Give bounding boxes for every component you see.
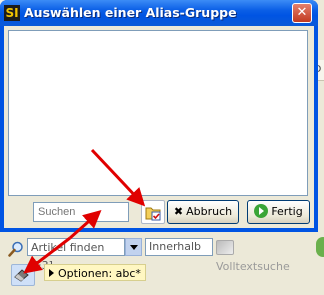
select-all-button[interactable] [141,200,165,224]
dialog-title: Auswählen einer Alias-Gruppe [24,5,237,20]
dialog-titlebar[interactable]: SI Auswählen einer Alias-Gruppe ✕ [0,0,318,26]
eraser-button[interactable] [11,264,35,286]
alias-group-dialog: SI Auswählen einer Alias-Gruppe ✕ ✖Abbru… [0,0,318,232]
fulltext-icon [216,239,234,255]
folder-checkbox-icon [145,207,161,221]
cancel-button-label: Abbruch [186,205,233,218]
cancel-x-icon: ✖ [173,205,184,218]
done-button-label: Fertig [271,205,303,218]
fulltext-search-label: Volltextsuche [216,260,290,273]
eraser-icon [14,269,29,282]
options-label: Optionen: abc* [58,267,141,280]
search-icon[interactable] [8,241,24,257]
search-input[interactable] [33,202,129,222]
expand-icon [49,269,54,277]
within-field[interactable]: Innerhalb [145,238,213,256]
done-button[interactable]: Fertig [247,200,310,224]
fulltext-search-button[interactable]: Volltextsuche [216,237,306,273]
cancel-button[interactable]: ✖ Abbruch [167,200,239,224]
options-button[interactable]: Optionen: abc* [44,264,146,281]
article-search-input[interactable]: Artikel finden [F3] [27,238,125,272]
go-icon[interactable] [316,237,324,257]
alias-group-list[interactable] [8,30,308,196]
dialog-body: ✖Abbruch Fertig [4,26,314,228]
go-arrow-icon [254,204,269,218]
article-search-dropdown[interactable] [125,238,142,256]
app-logo-icon: SI [4,5,20,21]
close-button[interactable]: ✕ [292,3,312,23]
